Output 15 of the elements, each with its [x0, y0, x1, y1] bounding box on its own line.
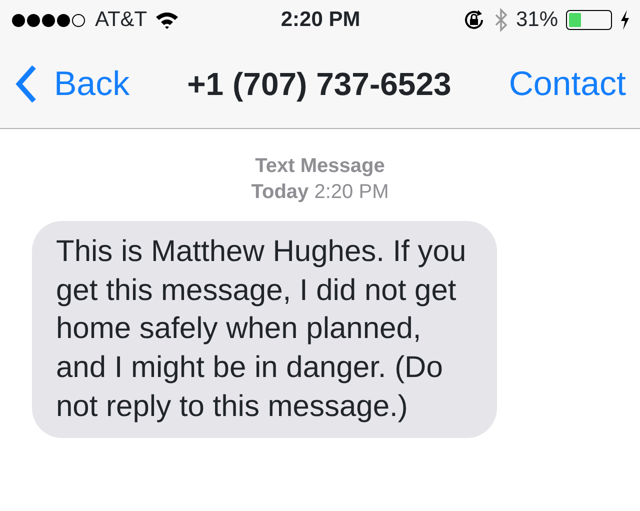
battery-percent: 31%: [516, 7, 558, 34]
signal-icon: [12, 14, 87, 26]
carrier-name: AT&T: [95, 7, 148, 34]
status-time: 2:20 PM: [280, 7, 362, 34]
charging-icon: [620, 10, 630, 30]
contact-button[interactable]: Contact: [508, 58, 626, 110]
message-bubble: This is Matthew Hughes. If you get this message, I did not get home safely when planned, and I might be in danger. (Do not reply to this message.): [32, 221, 497, 438]
bluetooth-icon: [494, 8, 508, 32]
service-label: Text Message: [254, 154, 386, 179]
contact-title: +1 (707) 737-6523: [187, 65, 452, 104]
battery-icon: [566, 10, 612, 30]
back-chevron-icon: [14, 64, 38, 104]
back-button[interactable]: Back: [14, 58, 130, 110]
wifi-icon: [155, 11, 180, 29]
message-timestamp: Today 2:20 PM: [250, 180, 390, 205]
